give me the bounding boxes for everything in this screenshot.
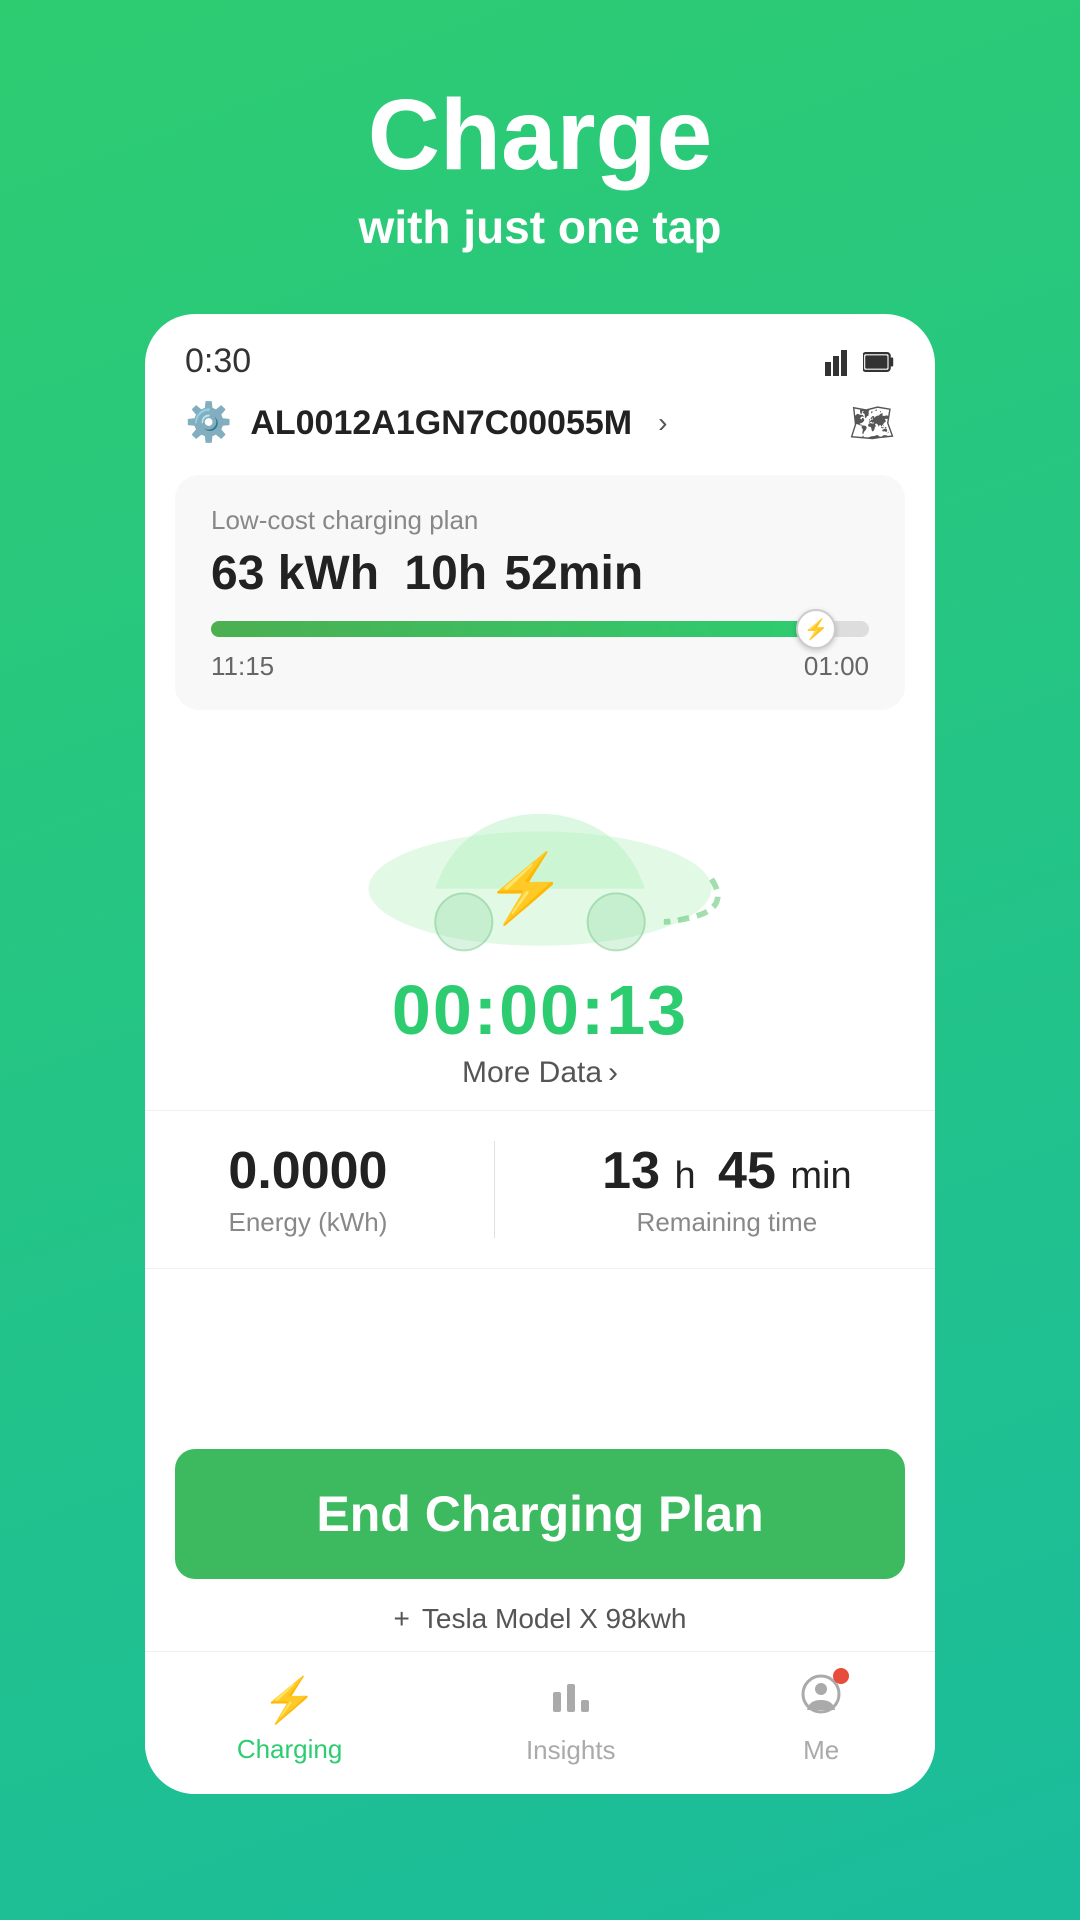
spacer (145, 1299, 935, 1449)
main-title: Charge (368, 80, 713, 190)
plan-energy: 63 kWh (211, 547, 379, 600)
map-icon[interactable]: 🗺 (849, 402, 895, 444)
plan-label: Low-cost charging plan (211, 505, 869, 536)
car-svg-container: ⚡ (340, 740, 740, 980)
remaining-hours: 13 (602, 1142, 660, 1200)
energy-value: 0.0000 (228, 1141, 387, 1201)
device-bar: ⚙️ AL0012A1GN7C00055M › 🗺 (145, 391, 935, 465)
charging-plan-card: Low-cost charging plan 63 kWh 10h 52min … (175, 475, 905, 710)
chevron-right-more: › (608, 1056, 618, 1090)
energy-label: Energy (kWh) (228, 1207, 387, 1238)
stat-remaining: 13 h 45 min Remaining time (602, 1141, 851, 1238)
stats-row: 0.0000 Energy (kWh) 13 h 45 min Remainin… (145, 1110, 935, 1269)
plan-minutes: 52min (504, 547, 643, 600)
nav-charging[interactable]: ⚡ Charging (197, 1674, 383, 1765)
lightning-thumb-icon: ⚡ (804, 617, 829, 642)
svg-text:⚡: ⚡ (484, 850, 567, 928)
status-icons (825, 348, 895, 376)
plus-icon: + (394, 1603, 410, 1635)
plan-duration: 63 kWh 10h 52min (211, 546, 869, 601)
device-id[interactable]: AL0012A1GN7C00055M (250, 404, 632, 443)
charging-nav-label: Charging (237, 1734, 343, 1765)
gear-icon[interactable]: ⚙️ (185, 401, 232, 445)
progress-thumb: ⚡ (796, 609, 836, 649)
stat-energy: 0.0000 Energy (kWh) (228, 1141, 387, 1238)
end-time: 01:00 (804, 651, 869, 682)
remaining-minutes-unit: min (790, 1155, 851, 1197)
header-section: Charge with just one tap (359, 0, 722, 254)
plan-hours: 10h (404, 547, 487, 600)
phone-card: 0:30 ⚙️ AL0012A1GN7C00055M › 🗺 Low-cost … (145, 314, 935, 1794)
status-time: 0:30 (185, 342, 251, 381)
bottom-nav: ⚡ Charging Insights (145, 1651, 935, 1794)
remaining-hours-unit: h (674, 1155, 695, 1197)
chevron-right-icon: › (658, 407, 667, 439)
insights-nav-icon (549, 1672, 593, 1727)
me-nav-icon (799, 1677, 843, 1726)
add-vehicle-row[interactable]: + Tesla Model X 98kwh (145, 1579, 935, 1651)
insights-nav-label: Insights (526, 1735, 616, 1766)
car-illustration: ⚡ (340, 750, 740, 970)
vehicle-name: Tesla Model X 98kwh (422, 1603, 687, 1635)
header-subtitle: with just one tap (359, 200, 722, 254)
remaining-value: 13 h 45 min (602, 1141, 851, 1201)
car-section: ⚡ 00:00:13 More Data › (145, 730, 935, 1110)
nav-insights[interactable]: Insights (486, 1672, 656, 1766)
signal-icon (825, 348, 853, 376)
start-time: 11:15 (211, 651, 274, 682)
more-data-link[interactable]: More Data › (462, 1056, 618, 1090)
nav-me[interactable]: Me (759, 1672, 883, 1766)
me-nav-label: Me (803, 1735, 839, 1766)
progress-bar-fill (211, 621, 816, 637)
charging-nav-icon: ⚡ (262, 1674, 317, 1726)
charge-timer: 00:00:13 (392, 970, 688, 1050)
status-bar: 0:30 (145, 314, 935, 391)
end-charging-plan-button[interactable]: End Charging Plan (175, 1449, 905, 1579)
progress-bar-container: ⚡ (211, 621, 869, 637)
notification-dot (833, 1668, 849, 1684)
remaining-minutes: 45 (718, 1142, 776, 1200)
progress-times: 11:15 01:00 (211, 651, 869, 682)
me-icon-container (799, 1672, 843, 1727)
stat-divider (494, 1141, 495, 1238)
remaining-label: Remaining time (637, 1207, 818, 1238)
more-data-label: More Data (462, 1056, 602, 1090)
battery-icon (863, 348, 895, 376)
device-left: ⚙️ AL0012A1GN7C00055M › (185, 401, 667, 445)
